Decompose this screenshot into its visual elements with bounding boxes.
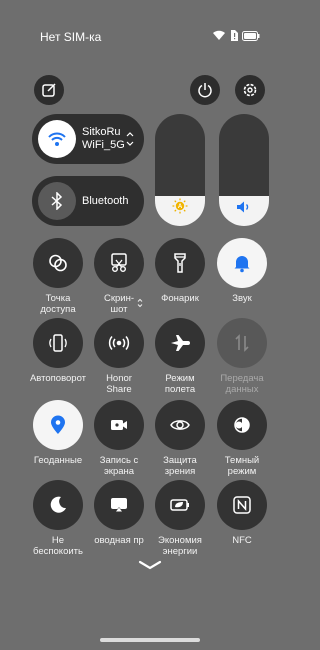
power-icon <box>198 83 212 98</box>
wifi-status-icon <box>213 30 225 40</box>
cast-icon <box>111 498 127 512</box>
tile-label: Точка доступа <box>40 293 76 315</box>
scissors-icon <box>111 253 127 272</box>
chevron-down-icon[interactable] <box>138 560 162 570</box>
tile-label: Запись с экрана <box>99 455 139 477</box>
tile-label: Темный режим <box>224 455 260 477</box>
dark-mode-disc <box>217 400 267 450</box>
edit-icon <box>42 83 56 97</box>
expand-icon <box>137 298 143 308</box>
tile-honor-share[interactable]: Honor Share <box>89 318 149 395</box>
location-pin-icon <box>51 415 65 434</box>
tile-label: Геоданные <box>33 455 83 466</box>
brightness-slider[interactable]: A <box>155 114 205 226</box>
dark-mode-icon <box>234 417 250 433</box>
gear-icon <box>243 83 257 97</box>
screen-record-disc <box>94 400 144 450</box>
home-indicator[interactable] <box>100 638 200 642</box>
flashlight-icon <box>174 253 186 273</box>
autorotate-icon <box>49 334 67 352</box>
tile-label: оводная пр <box>94 535 144 546</box>
eye-comfort-disc <box>155 400 205 450</box>
wifi-toggle[interactable]: SitkoRu WiFi_5G <box>32 114 144 164</box>
airplane-icon <box>171 335 190 351</box>
tile-label: Звук <box>232 293 252 304</box>
tile-power-saving[interactable]: Экономия энергии <box>150 480 210 557</box>
tile-label: NFC <box>232 535 252 546</box>
tile-label: Автоповорот <box>29 373 87 384</box>
tile-screen-record[interactable]: Запись с экрана <box>89 400 149 477</box>
projection-disc <box>94 480 144 530</box>
carrier-text: Нет SIM-ка <box>40 30 102 44</box>
volume-icon <box>237 201 249 213</box>
flashlight-disc <box>155 238 205 288</box>
tile-airplane[interactable]: Режим полета <box>150 318 210 395</box>
svg-text:A: A <box>178 204 183 210</box>
sound-disc <box>217 238 267 288</box>
eye-icon <box>170 420 190 430</box>
autorotate-disc <box>33 318 83 368</box>
bluetooth-icon <box>51 192 63 210</box>
tile-autorotate[interactable]: Автоповорот <box>28 318 88 384</box>
no-sim-icon <box>231 30 238 41</box>
brightness-auto-icon: A <box>172 198 188 214</box>
tile-label: Honor Share <box>106 373 132 395</box>
tile-dark-mode[interactable]: Темный режим <box>212 400 272 477</box>
tile-label: Передача данных <box>220 373 264 395</box>
honor-share-disc <box>94 318 144 368</box>
battery-icon <box>242 30 260 41</box>
nfc-icon <box>233 496 251 514</box>
bluetooth-icon-badge <box>38 182 76 220</box>
location-disc <box>33 400 83 450</box>
tile-wireless-projection[interactable]: оводная пр <box>89 480 149 546</box>
wifi-name: SitkoRu <box>82 126 121 138</box>
tile-label: Защита зрения <box>163 455 197 477</box>
expand-icon <box>126 132 134 146</box>
tile-nfc[interactable]: NFC <box>212 480 272 546</box>
hotspot-disc <box>33 238 83 288</box>
bluetooth-label: Bluetooth <box>82 195 129 207</box>
battery-leaf-icon <box>170 499 189 511</box>
mobile-data-disc <box>217 318 267 368</box>
status-icons <box>212 30 260 41</box>
tile-do-not-disturb[interactable]: Не беспокоить <box>28 480 88 557</box>
tile-label: Экономия энергии <box>158 535 202 557</box>
tile-label: Режим полета <box>164 373 196 395</box>
tile-label: Фонарик <box>161 293 199 304</box>
settings-button[interactable] <box>235 75 265 105</box>
hotspot-icon <box>49 254 67 272</box>
tile-label: Не беспокоить <box>33 535 83 557</box>
data-arrows-icon <box>235 334 249 352</box>
power-saving-disc <box>155 480 205 530</box>
share-waves-icon <box>108 336 130 350</box>
bluetooth-toggle[interactable]: Bluetooth <box>32 176 144 226</box>
tile-flashlight[interactable]: Фонарик <box>150 238 210 304</box>
edit-button[interactable] <box>34 75 64 105</box>
tile-eye-comfort[interactable]: Защита зрения <box>150 400 210 477</box>
tile-screenshot[interactable]: Скрин- шот <box>89 238 149 315</box>
wifi-icon-badge <box>38 120 76 158</box>
wifi-ssid: WiFi_5G <box>82 139 125 151</box>
wifi-icon <box>48 132 66 146</box>
bell-icon <box>234 256 250 273</box>
tile-location[interactable]: Геоданные <box>28 400 88 466</box>
nfc-disc <box>217 480 267 530</box>
dnd-disc <box>33 480 83 530</box>
airplane-disc <box>155 318 205 368</box>
video-camera-icon <box>111 420 127 430</box>
tile-hotspot[interactable]: Точка доступа <box>28 238 88 315</box>
tile-mobile-data[interactable]: Передача данных <box>212 318 272 395</box>
power-button[interactable] <box>190 75 220 105</box>
screenshot-disc <box>94 238 144 288</box>
volume-slider[interactable] <box>219 114 269 226</box>
moon-icon <box>50 496 66 513</box>
tile-sound[interactable]: Звук <box>212 238 272 304</box>
